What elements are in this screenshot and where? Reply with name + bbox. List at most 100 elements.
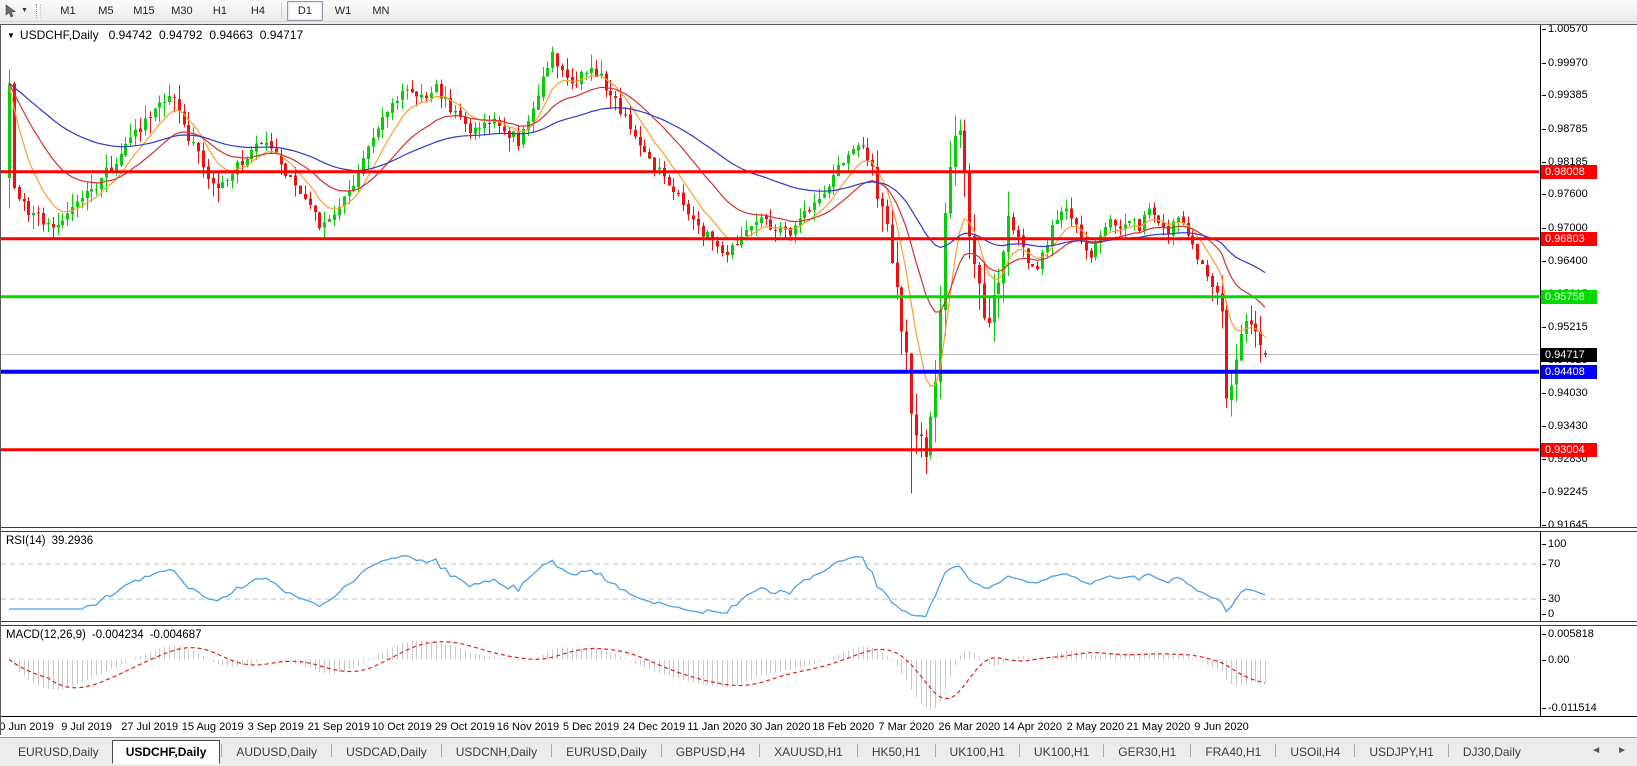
- candles: [8, 46, 1267, 494]
- timeframe-button-w1[interactable]: W1: [325, 1, 361, 21]
- price-line-tag: 0.98008: [1541, 164, 1597, 179]
- price-tick: 1.00570: [1542, 25, 1588, 36]
- date-axis[interactable]: 20 Jun 2019 9 Jul 2019 27 Jul 201915 Aug 2…: [1, 716, 1637, 739]
- chart-tab-usdcnh-daily[interactable]: USDCNH,Daily: [443, 742, 550, 763]
- date-tick: 9 Jul 2019: [61, 721, 112, 733]
- chart-tab-eurusd-daily[interactable]: EURUSD,Daily: [5, 742, 112, 763]
- chart-tab-dj30-daily[interactable]: DJ30,Daily: [1450, 742, 1534, 763]
- chart-title: ▼ USDCHF,Daily 0.94742 0.94792 0.94663 0…: [7, 28, 310, 42]
- rsi-pane: RSI(14) 39.2936 100 70 30 0: [1, 532, 1637, 621]
- timeframe-button-m15[interactable]: M15: [126, 1, 162, 21]
- quote-open: 0.94742: [108, 28, 152, 42]
- macd-value: -0.004234: [91, 629, 144, 641]
- macd-pane: MACD(12,26,9) -0.004234 -0.004687 0.005818…: [1, 626, 1637, 716]
- chart-tab-fra40-h1[interactable]: FRA40,H1: [1192, 742, 1274, 763]
- rsi-axis[interactable]: 100 70 30 0: [1540, 532, 1637, 621]
- price-tick: 0.96400: [1542, 255, 1588, 268]
- rsi-plot[interactable]: RSI(14) 39.2936: [1, 532, 1540, 621]
- date-tick: 20 Jun 2019: [1, 721, 54, 733]
- tool-dropdown-caret-icon[interactable]: ▼: [21, 7, 28, 14]
- date-tick: 21 May 2020: [1126, 721, 1191, 733]
- chart-tab-usoil-h4[interactable]: USOil,H4: [1277, 742, 1353, 763]
- macd-signal-value: -0.004687: [149, 629, 202, 641]
- top-toolbar: ▼ M1 M5 M15 M30 H1 H4 D1 W1 MN: [0, 0, 1637, 22]
- tab-separator: [934, 744, 936, 757]
- rsi-indicator-chart: [1, 555, 1539, 618]
- tab-separator: [551, 744, 553, 757]
- timeframe-button-m1[interactable]: M1: [50, 1, 86, 21]
- rsi-tick: 100: [1541, 538, 1567, 550]
- rsi-value: 39.2936: [51, 535, 94, 547]
- price-line-tag: 0.96803: [1541, 231, 1597, 246]
- date-tick: 30 Jan 2020: [749, 721, 811, 733]
- chart-tab-usdcad-daily[interactable]: USDCAD,Daily: [333, 742, 440, 763]
- toolbar-grip-handle[interactable]: [35, 3, 41, 18]
- timeframe-button-mn[interactable]: MN: [363, 1, 399, 21]
- chart-tab-hk50-h1[interactable]: HK50,H1: [859, 742, 934, 763]
- macd-tick: 0.00: [1541, 653, 1570, 666]
- chart-pointer-tool-icon[interactable]: [2, 3, 20, 19]
- chart-tab-uk100-h1[interactable]: UK100,H1: [937, 742, 1018, 763]
- rsi-line: [9, 555, 1266, 618]
- price-chart-plot[interactable]: ▼ USDCHF,Daily 0.94742 0.94792 0.94663 0…: [1, 25, 1540, 527]
- moving-average-21-line: [8, 83, 1266, 313]
- macd-tick: 0.005818: [1542, 628, 1594, 640]
- chart-tab-bar: EURUSD,Daily USDCHF,Daily AUDUSD,Daily USDC…: [0, 737, 1637, 764]
- chart-tab-audusd-daily[interactable]: AUDUSD,Daily: [223, 742, 330, 763]
- tab-separator: [1275, 744, 1277, 757]
- title-marker-icon[interactable]: ▼: [7, 31, 15, 40]
- toolbar-separator: [280, 2, 282, 19]
- macd-tick: -0.011514: [1542, 702, 1597, 714]
- date-tick: 21 Sep 2019: [307, 721, 370, 733]
- macd-label: MACD(12,26,9) -0.004234 -0.004687: [6, 629, 207, 641]
- timeframe-button-h1[interactable]: H1: [202, 1, 238, 21]
- rsi-label: RSI(14) 39.2936: [6, 535, 99, 547]
- tab-scroll-right-button[interactable]: ►: [1617, 744, 1627, 758]
- tab-separator: [440, 744, 442, 757]
- macd-plot[interactable]: MACD(12,26,9) -0.004234 -0.004687: [1, 626, 1540, 716]
- date-tick: 2 May 2020: [1066, 721, 1125, 733]
- date-tick: 10 Oct 2019: [371, 721, 432, 733]
- tab-separator: [856, 744, 858, 757]
- tab-separator: [1447, 744, 1449, 757]
- chart-tab-usdjpy-h1[interactable]: USDJPY,H1: [1356, 742, 1446, 763]
- tab-separator: [660, 744, 662, 757]
- candlestick-chart: [1, 46, 1539, 494]
- date-tick: 3 Sep 2019: [247, 721, 304, 733]
- quote-close: 0.94717: [259, 28, 304, 42]
- date-tick: 18 Feb 2020: [812, 721, 875, 733]
- rsi-tick: 30: [1541, 593, 1561, 605]
- price-tick: 0.92245: [1542, 485, 1588, 498]
- symbol-period-label: USDCHF,Daily: [19, 28, 99, 42]
- date-tick: 24 Dec 2019: [622, 721, 686, 733]
- tab-separator: [1190, 744, 1192, 757]
- timeframe-button-h4[interactable]: H4: [240, 1, 276, 21]
- date-tick: 27 Jul 2019: [121, 721, 179, 733]
- date-tick: 15 Aug 2019: [181, 721, 244, 733]
- price-tick: 0.98785: [1542, 122, 1588, 135]
- date-tick: 29 Oct 2019: [434, 721, 495, 733]
- date-tick: 7 Mar 2020: [878, 721, 935, 733]
- tab-separator: [1103, 744, 1105, 757]
- macd-name: MACD(12,26,9): [6, 629, 86, 641]
- price-tick: 0.99385: [1542, 89, 1588, 102]
- date-tick: 16 Nov 2019: [496, 721, 560, 733]
- chart-tab-gbpusd-h4[interactable]: GBPUSD,H4: [663, 742, 758, 763]
- price-pane: ▼ USDCHF,Daily 0.94742 0.94792 0.94663 0…: [1, 25, 1637, 527]
- macd-histogram: [14, 640, 1266, 710]
- tab-scroll-left-button[interactable]: ◄: [1591, 744, 1601, 758]
- chart-window: ▼ USDCHF,Daily 0.94742 0.94792 0.94663 0…: [0, 24, 1637, 739]
- chart-tab-xauusd-h1[interactable]: XAUUSD,H1: [761, 742, 856, 763]
- chart-tab-eurusd-daily[interactable]: EURUSD,Daily: [553, 742, 660, 763]
- price-tick: 0.99970: [1542, 56, 1588, 69]
- macd-axis[interactable]: 0.005818 0.00 -0.011514: [1540, 626, 1637, 716]
- chart-tab-uk100-h1[interactable]: UK100,H1: [1021, 742, 1102, 763]
- price-axis[interactable]: 1.00570 0.99970 0.99385 0.98785 0.98185 0.976…: [1540, 25, 1637, 527]
- chart-tab-usdchf-daily[interactable]: USDCHF,Daily: [111, 740, 221, 764]
- timeframe-button-m30[interactable]: M30: [164, 1, 200, 21]
- timeframe-button-m5[interactable]: M5: [88, 1, 124, 21]
- timeframe-button-d1[interactable]: D1: [286, 0, 323, 21]
- moving-average-55-line: [8, 82, 1266, 274]
- chart-tab-ger30-h1[interactable]: GER30,H1: [1105, 742, 1189, 763]
- date-tick: 5 Dec 2019: [562, 721, 620, 733]
